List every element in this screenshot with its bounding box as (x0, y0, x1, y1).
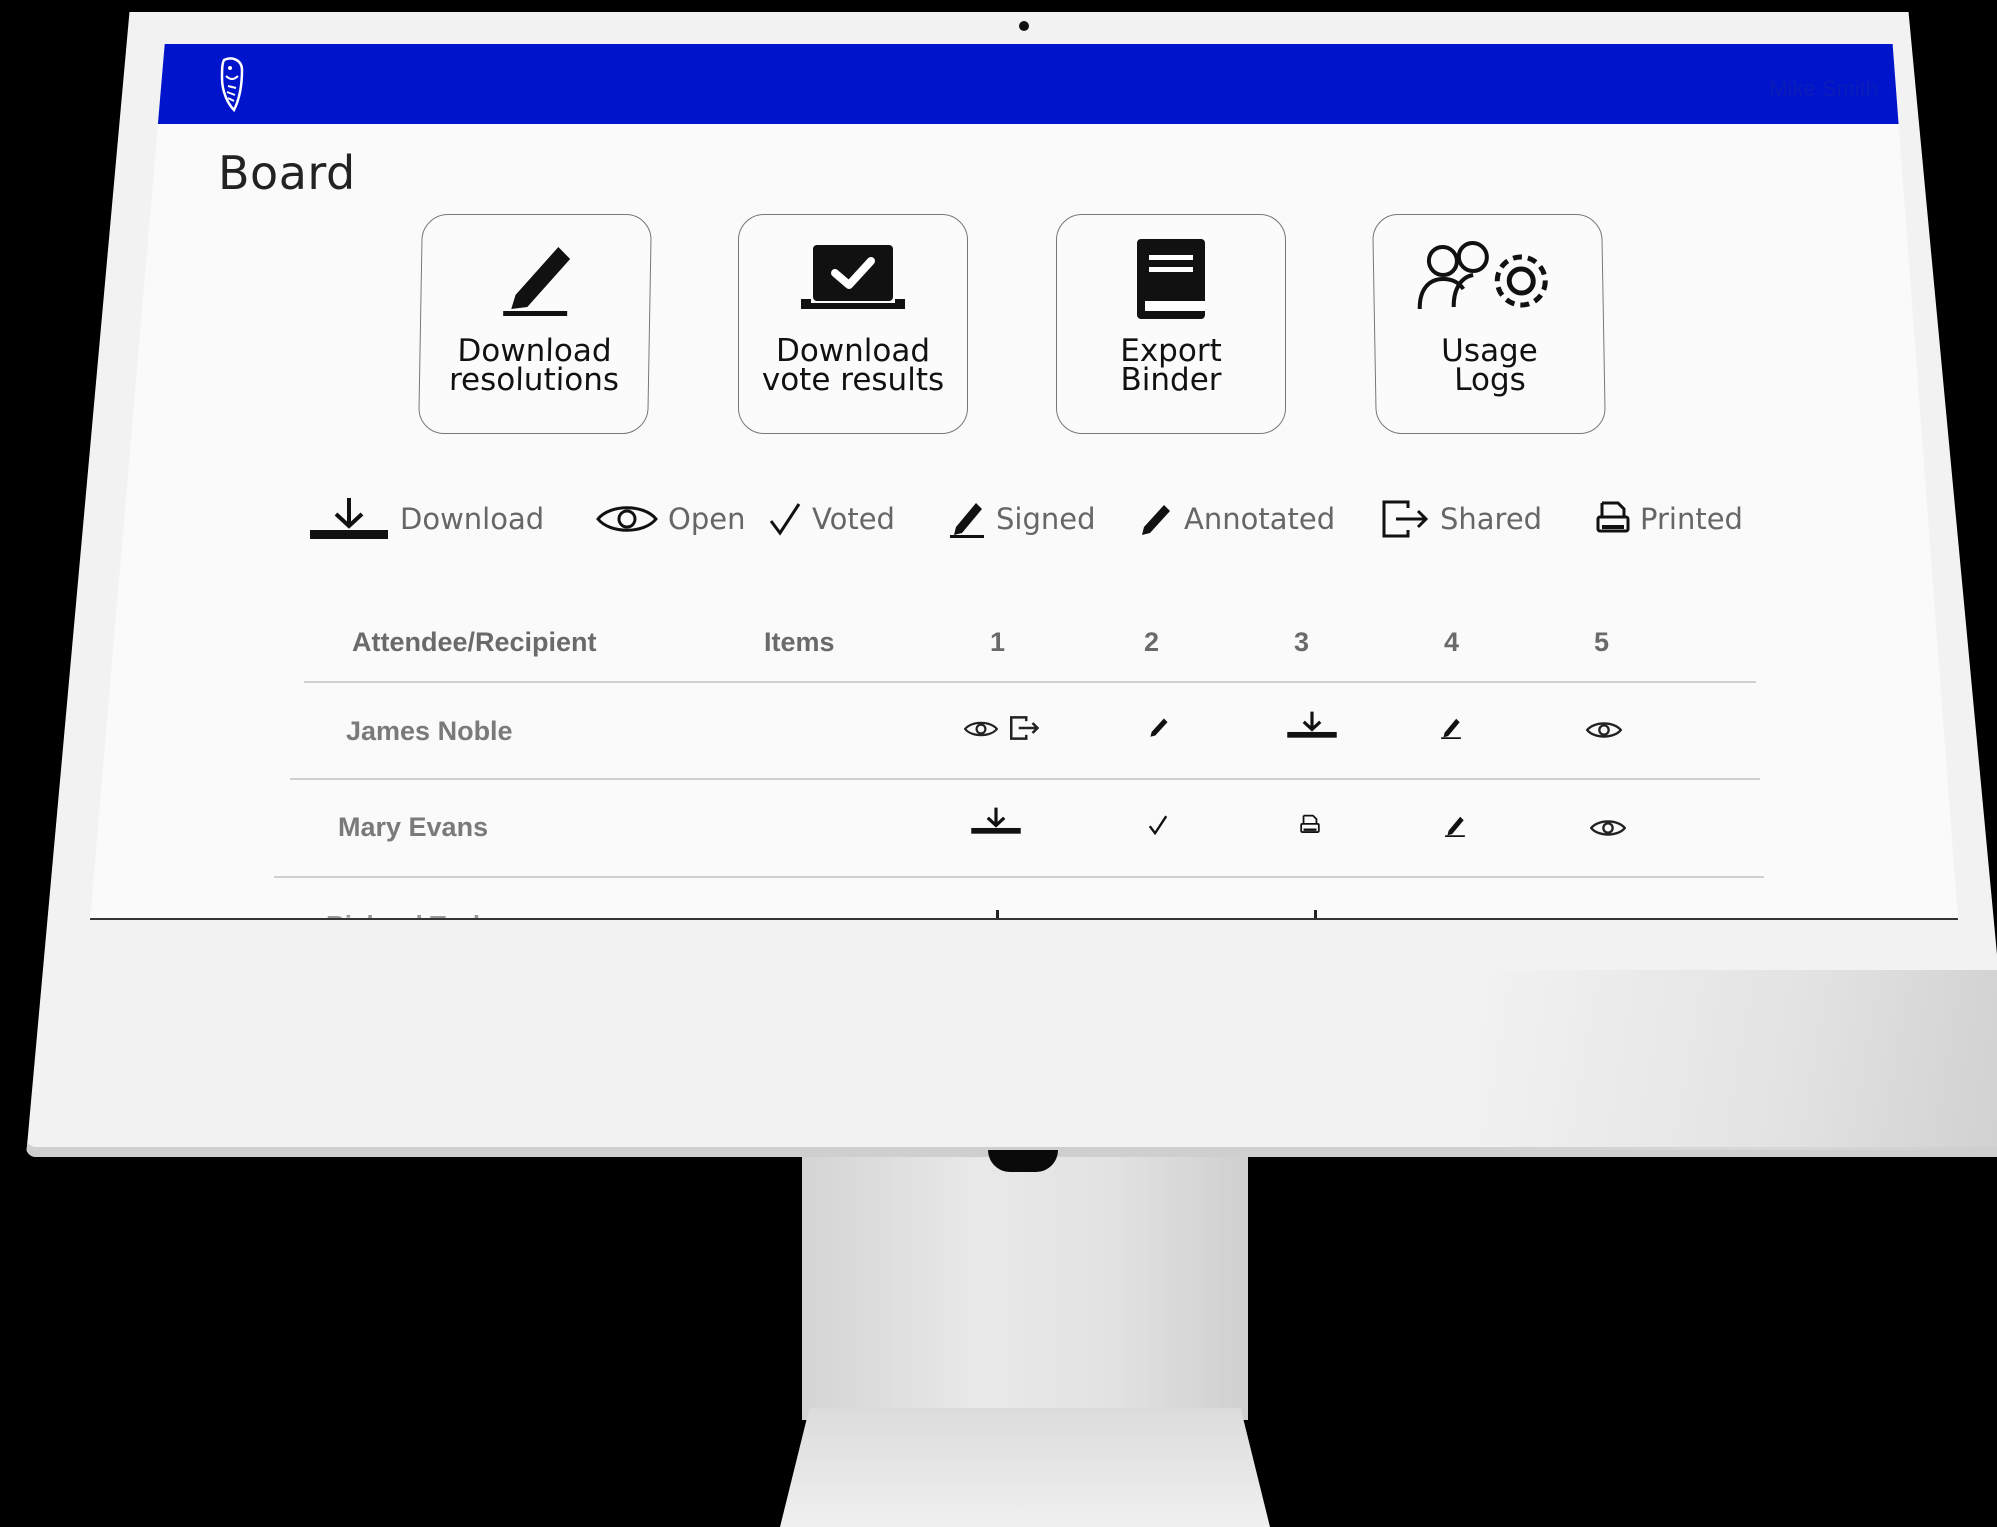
card-label: Download vote results (761, 333, 945, 398)
header-item-3[interactable]: 3 (1294, 627, 1309, 658)
page-title: Board (218, 146, 356, 200)
status-legend: Download Open Voted Signed Annotated Sha… (308, 494, 1808, 544)
check-icon (769, 503, 801, 536)
header-item-1[interactable]: 1 (990, 627, 1005, 658)
top-bar: Mike Smith (90, 44, 1958, 124)
legend-shared: Shared (1382, 494, 1542, 544)
legend-label: Download (400, 502, 545, 536)
download-vote-results-button[interactable]: Download vote results (738, 214, 968, 434)
download-icon (310, 498, 388, 539)
sign-icon[interactable] (1444, 814, 1466, 838)
legend-printed: Printed (1596, 494, 1743, 544)
legend-voted: Voted (768, 494, 895, 544)
header-items[interactable]: Items (764, 627, 835, 658)
share-icon[interactable] (1010, 716, 1040, 740)
header-item-4[interactable]: 4 (1444, 627, 1459, 658)
eye-icon[interactable] (964, 719, 998, 739)
download-icon[interactable] (1286, 710, 1338, 740)
laptop-check-icon (801, 245, 905, 309)
row-divider (290, 778, 1760, 780)
pencil-icon[interactable] (1148, 716, 1170, 738)
eye-icon[interactable] (1590, 818, 1626, 838)
header-attendee[interactable]: Attendee/Recipient (352, 627, 597, 658)
export-binder-button[interactable]: Export Binder (1056, 214, 1286, 434)
binder-icon (1137, 239, 1205, 319)
row-divider (274, 876, 1764, 878)
eye-icon (596, 506, 658, 532)
legend-annotated: Annotated (1138, 494, 1335, 544)
monitor-chin-reflection (1480, 970, 1997, 1150)
row-3-item-3-marker (1314, 910, 1317, 918)
legend-label: Voted (812, 502, 895, 536)
pen-icon (503, 247, 571, 316)
legend-label: Shared (1440, 502, 1543, 536)
pencil-icon (1142, 505, 1170, 535)
monitor-hinge (988, 1150, 1058, 1172)
download-icon[interactable] (970, 806, 1022, 836)
attendee-name-partial[interactable]: Richard Taylor (326, 910, 506, 918)
legend-download: Download (308, 494, 544, 544)
attendee-name: Mary Evans (338, 812, 489, 842)
legend-label: Open (668, 502, 746, 536)
camera-icon (1019, 21, 1029, 31)
printer-icon[interactable] (1300, 814, 1320, 836)
card-label: Download resolutions (448, 333, 620, 398)
monitor-stand-base (780, 1408, 1270, 1527)
sign-icon (950, 503, 984, 538)
check-icon[interactable] (1148, 814, 1168, 836)
legend-label: Annotated (1184, 502, 1336, 536)
download-resolutions-button[interactable]: Download resolutions (418, 214, 652, 434)
screen: Mike Smith Board Download resolutions Do… (90, 44, 1958, 920)
printer-icon (1596, 501, 1630, 533)
header-item-2[interactable]: 2 (1144, 627, 1159, 658)
user-name[interactable]: Mike Smith (1769, 76, 1878, 102)
legend-open: Open (596, 494, 745, 544)
share-icon (1382, 500, 1429, 538)
card-label: Export Binder (1120, 333, 1222, 398)
row-divider (304, 681, 1756, 683)
users-gear-icon (1417, 241, 1548, 310)
card-label: Usage Logs (1440, 333, 1539, 398)
legend-signed: Signed (948, 494, 1096, 544)
row-3-item-1-marker (996, 910, 999, 918)
header-item-5[interactable]: 5 (1594, 627, 1609, 658)
eye-icon[interactable] (1586, 720, 1622, 740)
legend-label: Signed (996, 502, 1096, 536)
monitor-stand (802, 1140, 1248, 1420)
legend-label: Printed (1640, 502, 1743, 536)
usage-logs-button[interactable]: Usage Logs (1372, 214, 1606, 434)
attendee-name: James Noble (346, 716, 513, 746)
sign-icon[interactable] (1440, 716, 1462, 740)
owl-logo-icon[interactable] (210, 54, 254, 116)
